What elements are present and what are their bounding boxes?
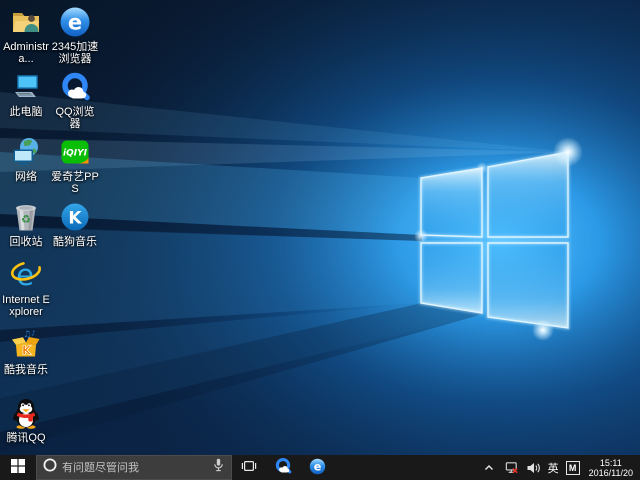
taskbar: e bbox=[0, 455, 640, 480]
svg-text:e: e bbox=[68, 11, 82, 35]
svg-text:♫: ♫ bbox=[23, 330, 31, 340]
taskbar-empty-area bbox=[334, 455, 482, 480]
svg-text:K: K bbox=[22, 344, 32, 358]
iqiyi-icon: iQIYI bbox=[59, 136, 91, 168]
svg-text:K: K bbox=[68, 209, 82, 229]
input-language-indicator[interactable]: 英 bbox=[548, 460, 559, 476]
qq-browser-icon bbox=[274, 457, 292, 478]
svg-text:e: e bbox=[313, 460, 321, 473]
desktop-icon-administrator[interactable]: Administra... bbox=[2, 6, 50, 65]
search-input[interactable] bbox=[62, 462, 207, 474]
taskbar-qq-browser-button[interactable] bbox=[266, 455, 300, 480]
desktop-icon-label: Administra... bbox=[2, 41, 50, 65]
task-view-button[interactable] bbox=[232, 455, 266, 480]
network-disconnected-icon[interactable] bbox=[504, 460, 519, 476]
user-folder-icon bbox=[10, 6, 42, 38]
desktop-icon-label: Internet Explorer bbox=[2, 294, 50, 318]
2345-browser-icon: e bbox=[59, 6, 91, 38]
2345-browser-icon: e bbox=[309, 458, 326, 478]
internet-explorer-icon: e bbox=[10, 259, 42, 291]
desktop-icon-network[interactable]: 网络 bbox=[2, 136, 50, 183]
svg-text:iQIYI: iQIYI bbox=[63, 149, 88, 159]
task-view-icon bbox=[241, 458, 257, 477]
taskbar-search-box[interactable] bbox=[36, 455, 232, 480]
windows-start-icon bbox=[11, 459, 25, 476]
desktop-icon-internet-explorer[interactable]: e Internet Explorer bbox=[2, 259, 50, 318]
desktop-icon-label: 网络 bbox=[2, 171, 50, 183]
desktop-icon-tencent-qq[interactable]: 腾讯QQ bbox=[2, 397, 50, 444]
qq-browser-icon bbox=[59, 71, 91, 103]
desktop-icon-grid: Administra... e 2345加速浏览器 bbox=[0, 0, 110, 455]
clock-time: 15:11 bbox=[589, 458, 633, 468]
computer-icon bbox=[10, 71, 42, 103]
tencent-qq-icon bbox=[10, 397, 42, 429]
svg-text:♪: ♪ bbox=[31, 330, 35, 338]
kuwo-music-icon: K ♫ ♪ bbox=[10, 329, 42, 361]
svg-text:♻: ♻ bbox=[21, 213, 31, 226]
taskbar-clock[interactable]: 15:11 2016/11/20 bbox=[587, 458, 635, 478]
start-button[interactable] bbox=[0, 455, 36, 480]
desktop-icon-label: 此电脑 bbox=[2, 106, 50, 118]
desktop-icon-iqiyi[interactable]: iQIYI 爱奇艺PPS bbox=[51, 136, 99, 195]
desktop-icon-this-pc[interactable]: 此电脑 bbox=[2, 71, 50, 118]
desktop-icon-label: 2345加速浏览器 bbox=[51, 41, 99, 65]
desktop-icon-label: 爱奇艺PPS bbox=[51, 171, 99, 195]
system-tray: 英 M 15:11 2016/11/20 bbox=[482, 455, 640, 480]
desktop-icon-label: 腾讯QQ bbox=[2, 432, 50, 444]
taskbar-2345-browser-button[interactable]: e bbox=[300, 455, 334, 480]
desktop-icon-qq-browser[interactable]: QQ浏览器 bbox=[51, 71, 99, 130]
desktop-icon-kugou[interactable]: K 酷狗音乐 bbox=[51, 201, 99, 248]
desktop-icon-2345-browser[interactable]: e 2345加速浏览器 bbox=[51, 6, 99, 65]
clock-date: 2016/11/20 bbox=[589, 468, 633, 478]
recycle-bin-icon: ♻ bbox=[10, 201, 42, 233]
desktop-icon-label: QQ浏览器 bbox=[51, 106, 99, 130]
speaker-icon[interactable] bbox=[526, 460, 541, 476]
hidden-icons-chevron[interactable] bbox=[482, 460, 497, 476]
desktop-icon-kuwo[interactable]: K ♫ ♪ 酷我音乐 bbox=[2, 329, 50, 376]
desktop-icon-recycle-bin[interactable]: ♻ 回收站 bbox=[2, 201, 50, 248]
ime-mode-indicator[interactable]: M bbox=[566, 461, 580, 475]
desktop: Administra... e 2345加速浏览器 bbox=[0, 0, 640, 480]
kugou-music-icon: K bbox=[59, 201, 91, 233]
desktop-icon-label: 酷我音乐 bbox=[2, 364, 50, 376]
desktop-icon-label: 回收站 bbox=[2, 236, 50, 248]
desktop-icon-label: 酷狗音乐 bbox=[51, 236, 99, 248]
network-globe-icon bbox=[10, 136, 42, 168]
cortana-icon bbox=[43, 458, 57, 477]
microphone-icon[interactable] bbox=[212, 458, 225, 477]
